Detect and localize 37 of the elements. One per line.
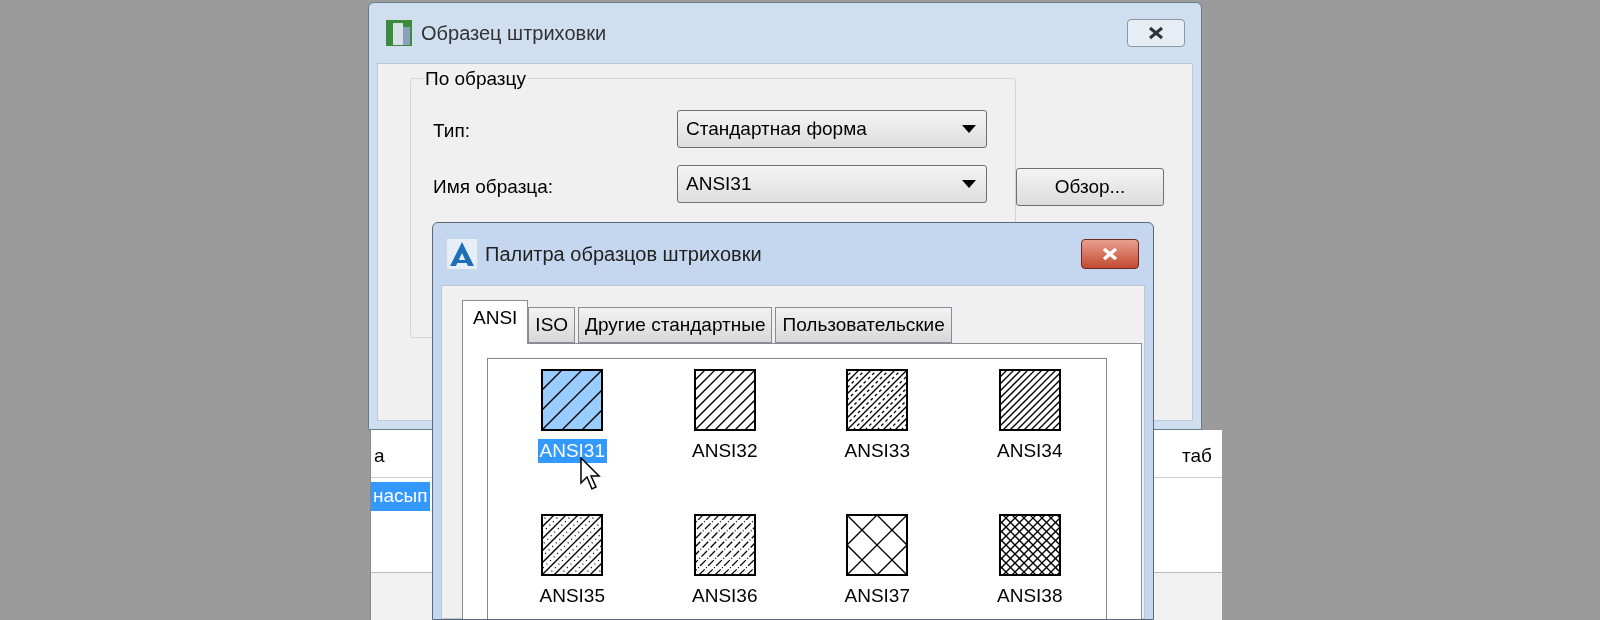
field-label: Имя образца: [433, 175, 554, 199]
pattern-label[interactable]: ANSI38 [995, 584, 1065, 608]
caret-icon [962, 125, 976, 133]
dropdown[interactable]: ANSI31 [677, 165, 987, 203]
pattern-label[interactable]: ANSI33 [842, 439, 912, 463]
hatch-pattern-swatch[interactable] [693, 514, 756, 576]
pattern-label[interactable]: ANSI35 [537, 584, 607, 608]
close-icon [1101, 247, 1119, 261]
column-header: таб [1182, 444, 1212, 468]
app-icon [385, 19, 413, 47]
caret-icon [962, 180, 976, 188]
field-label: Тип: [433, 119, 470, 143]
tab[interactable]: Пользовательские [775, 307, 952, 343]
cursor-icon [580, 457, 602, 491]
hatch-pattern-swatch[interactable] [541, 514, 604, 576]
pattern-label[interactable]: ANSI36 [690, 584, 760, 608]
hatch-pattern-swatch[interactable] [998, 369, 1061, 431]
hatch-pattern-swatch[interactable] [998, 514, 1061, 576]
close-button[interactable] [1127, 19, 1185, 47]
hatch-pattern-swatch[interactable] [541, 369, 604, 431]
window-title: Палитра образцов штриховки [485, 242, 762, 267]
pattern-label[interactable]: ANSI32 [690, 439, 760, 463]
hatch-pattern-swatch[interactable] [693, 369, 756, 431]
pattern-label[interactable]: ANSI37 [842, 584, 912, 608]
close-icon [1147, 26, 1165, 40]
tab[interactable]: ISO [528, 307, 576, 343]
dropdown[interactable]: Стандартная форма [677, 110, 987, 148]
window-title: Образец штриховки [421, 21, 607, 46]
browse-button[interactable]: Обзор... [1016, 168, 1164, 206]
app-icon [447, 239, 477, 269]
pattern-label[interactable]: ANSI34 [995, 439, 1065, 463]
column-header: а [374, 444, 385, 468]
tab[interactable]: ANSI [462, 300, 529, 344]
hatch-pattern-swatch[interactable] [846, 369, 909, 431]
close-button[interactable] [1081, 239, 1139, 269]
hatch-pattern-swatch[interactable] [846, 514, 909, 576]
tab[interactable]: Другие стандартные [578, 307, 773, 343]
